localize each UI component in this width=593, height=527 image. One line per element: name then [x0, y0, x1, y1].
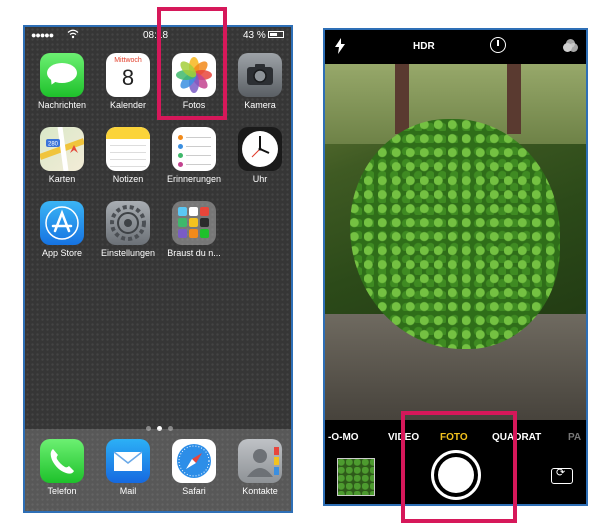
filter-icon[interactable] [563, 39, 579, 53]
app-app-store[interactable]: App Store [28, 201, 96, 258]
app-maps[interactable]: 280 Karten [28, 127, 96, 184]
messages-icon [40, 53, 84, 97]
app-safari[interactable]: Safari [160, 439, 228, 496]
app-store-icon [40, 201, 84, 245]
app-mail[interactable]: Mail [94, 439, 162, 496]
app-label: Kamera [244, 100, 276, 110]
camera-top-bar: HDR [325, 30, 586, 64]
app-label: Kalender [109, 100, 147, 110]
app-camera[interactable]: Kamera [226, 53, 291, 110]
app-phone[interactable]: Telefon [28, 439, 96, 496]
page-indicator[interactable] [143, 418, 176, 431]
app-contacts[interactable]: Kontakte [226, 439, 291, 496]
mode-pano[interactable]: PA [568, 432, 581, 443]
last-photo-thumbnail[interactable] [337, 458, 375, 496]
app-label: Safari [182, 486, 206, 496]
calendar-icon: Mittwoch 8 [106, 53, 150, 97]
clock-icon [238, 127, 282, 171]
app-label: Mail [119, 486, 137, 496]
app-calendar[interactable]: Mittwoch 8 Kalender [94, 53, 162, 110]
app-label: Erinnerungen [166, 174, 222, 184]
app-label: Braust du n... [167, 248, 221, 258]
signal-strength: ●●●●● [31, 30, 54, 40]
app-label: Nachrichten [37, 100, 87, 110]
app-label: Karten [48, 174, 76, 184]
maps-icon: 280 [40, 127, 84, 171]
safari-icon [172, 439, 216, 483]
highlight-box-photos [157, 7, 227, 120]
switch-camera-icon[interactable] [551, 466, 573, 484]
notes-icon [106, 127, 150, 171]
battery-icon [268, 31, 284, 38]
settings-icon [106, 201, 150, 245]
app-label: Notizen [112, 174, 144, 184]
dock: Telefon Mail Safari Kontakte [25, 429, 291, 511]
mail-icon [106, 439, 150, 483]
app-label: Einstellungen [100, 248, 156, 258]
app-label: Telefon [47, 486, 77, 496]
reminders-icon [172, 127, 216, 171]
app-label: Kontakte [242, 486, 278, 496]
mode-timelapse[interactable]: -O-MO [328, 432, 359, 443]
folder-icon [172, 201, 216, 245]
flash-icon[interactable] [335, 38, 345, 57]
highlight-box-shutter [401, 411, 517, 523]
camera-icon [238, 53, 282, 97]
contacts-icon [238, 439, 282, 483]
app-messages[interactable]: Nachrichten [28, 53, 96, 110]
maps-badge: 280 [48, 142, 59, 148]
app-settings[interactable]: Einstellungen [94, 201, 162, 258]
hdr-toggle[interactable]: HDR [413, 41, 435, 52]
wifi-icon [67, 29, 79, 42]
app-reminders[interactable]: Erinnerungen [160, 127, 228, 184]
calendar-weekday: Mittwoch [114, 57, 142, 64]
app-notes[interactable]: Notizen [94, 127, 162, 184]
app-label: App Store [41, 248, 83, 258]
app-label: Uhr [252, 174, 268, 184]
phone-icon [40, 439, 84, 483]
camera-viewfinder[interactable] [325, 64, 586, 420]
timer-icon[interactable] [490, 37, 506, 53]
app-clock[interactable]: Uhr [226, 127, 291, 184]
calendar-date: 8 [121, 65, 135, 90]
battery-percent: 43 % [243, 30, 266, 41]
app-folder[interactable]: Braust du n... [160, 201, 228, 258]
